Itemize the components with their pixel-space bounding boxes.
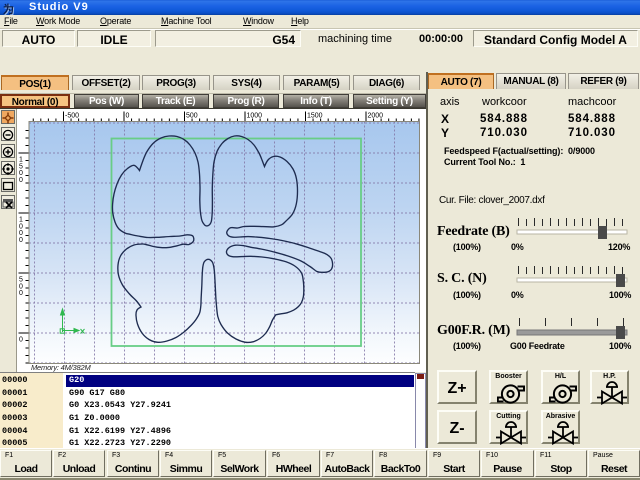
svg-text:1000: 1000 [247,113,263,120]
svg-text:500: 500 [186,113,198,120]
svg-text:0: 0 [19,237,23,244]
svg-text:1500: 1500 [307,113,323,120]
svg-text:0: 0 [19,177,23,184]
svg-text:0: 0 [19,337,23,344]
svg-text:0: 0 [19,290,23,297]
svg-text:-500: -500 [65,113,79,120]
svg-text:2000: 2000 [368,113,384,120]
svg-text:0: 0 [126,113,130,120]
